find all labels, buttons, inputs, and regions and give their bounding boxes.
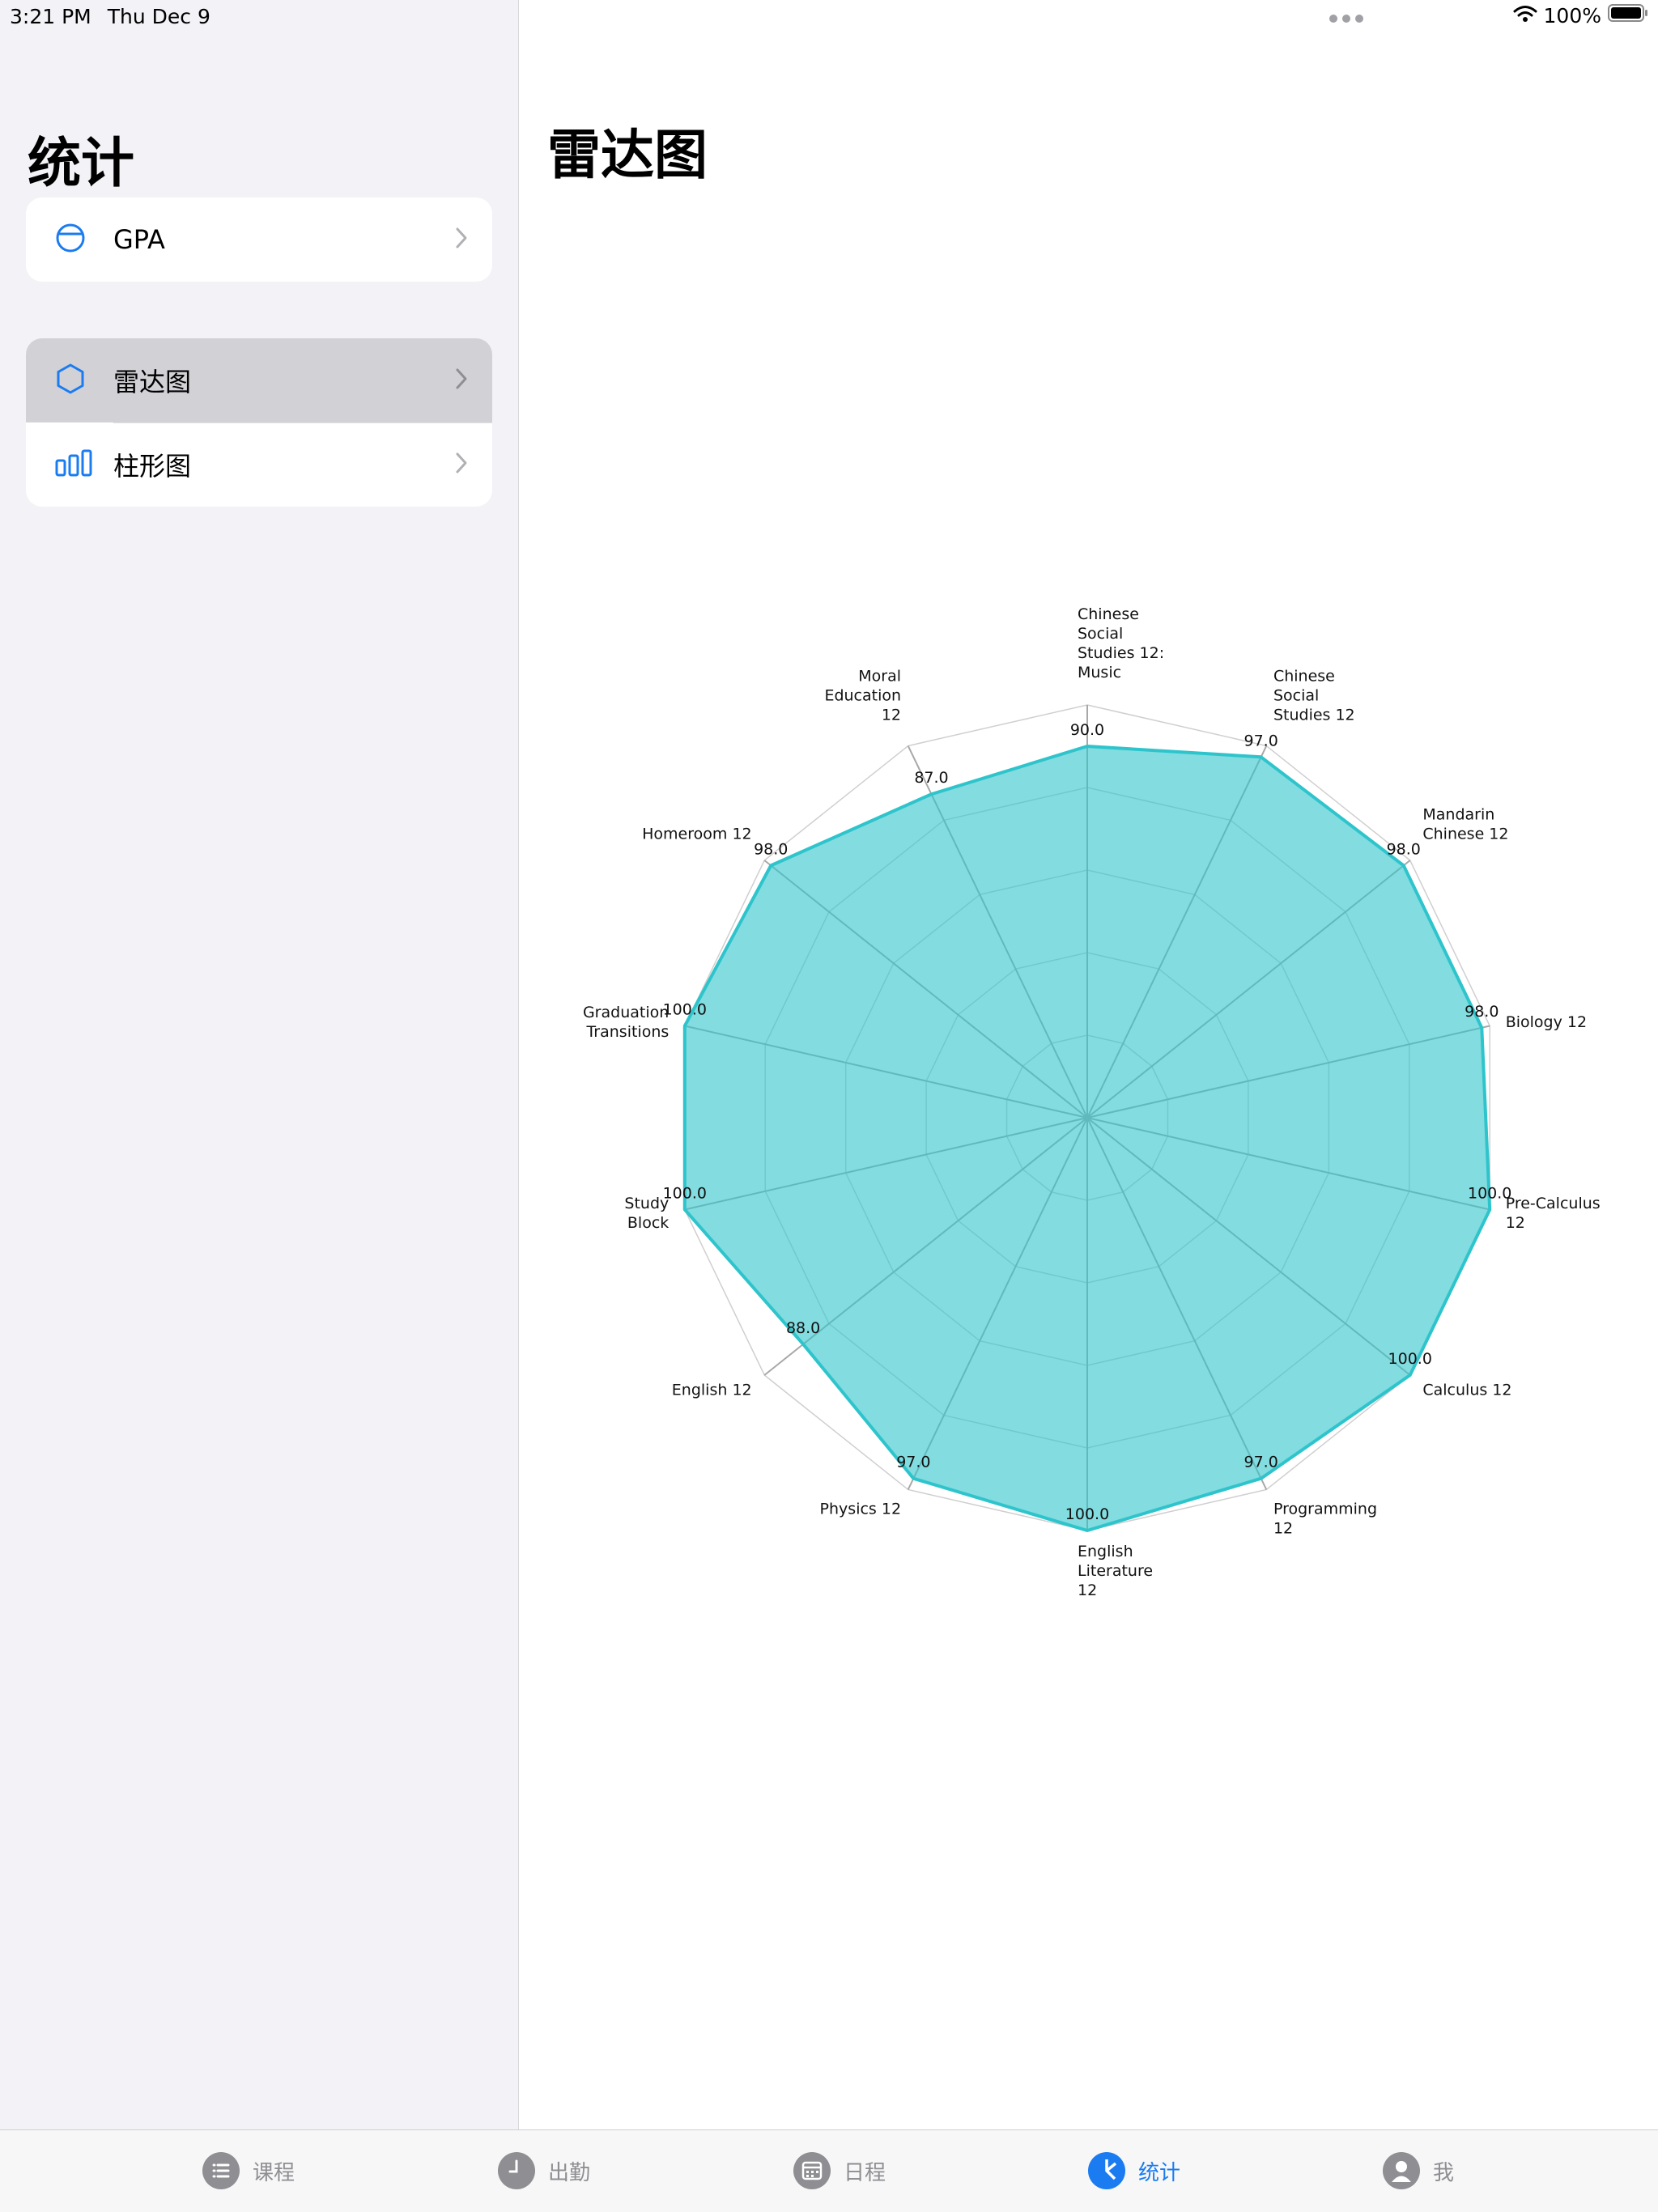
- pie-chart-icon: [1088, 2152, 1125, 2189]
- radar-axis-label: Physics 12: [820, 1501, 901, 1518]
- radar-axis-label: Homeroom 12: [642, 826, 751, 843]
- radar-axis-label: Pre-Calculus 12: [1506, 1195, 1601, 1232]
- tab-label: 课程: [253, 2160, 295, 2185]
- radar-axis-label: English 12: [672, 1381, 752, 1399]
- status-bar-right: 100%: [1513, 3, 1648, 28]
- bar-chart-icon: [55, 449, 92, 480]
- circle-icon: [55, 223, 86, 257]
- radar-axis-label: Chinese Social Studies 12: Music: [1078, 605, 1164, 681]
- radar-value-label: 90.0: [1070, 721, 1104, 739]
- battery-icon: [1608, 3, 1648, 28]
- radar-value-label: 97.0: [1244, 732, 1278, 749]
- radar-value-label: 97.0: [1244, 1454, 1278, 1471]
- radar-axis-label: Programming 12: [1273, 1501, 1377, 1538]
- radar-axis-label: Chinese Social Studies 12: [1273, 667, 1355, 724]
- sidebar-item-gpa[interactable]: GPA: [26, 197, 492, 282]
- radar-value-label: 98.0: [1465, 1003, 1499, 1021]
- sidebar-group-charts: 雷达图 柱形图: [26, 338, 492, 507]
- radar-value-label: 98.0: [754, 840, 788, 858]
- radar-axis-label: Graduation Transitions: [583, 1004, 669, 1041]
- status-date: Thu Dec 9: [107, 5, 210, 28]
- tab-statistics[interactable]: 统计: [1088, 2148, 1180, 2193]
- tab-label: 我: [1433, 2160, 1455, 2185]
- radar-axis-label: Moral Education 12: [824, 667, 901, 724]
- tab-bar: 课程 出勤 日程 统计 我: [0, 2129, 1658, 2212]
- clock-icon: [498, 2152, 535, 2189]
- list-icon: [202, 2152, 240, 2189]
- sidebar-item-label: 柱形图: [113, 451, 192, 482]
- radar-value-label: 88.0: [786, 1319, 820, 1337]
- radar-value-label: 100.0: [1065, 1505, 1109, 1523]
- chevron-right-icon: [455, 367, 468, 393]
- page-title: 雷达图: [547, 124, 708, 186]
- sidebar-item-bar-chart[interactable]: 柱形图: [26, 422, 492, 507]
- sidebar-item-label: 雷达图: [113, 367, 192, 397]
- sidebar-item-label: GPA: [113, 224, 165, 255]
- sidebar-group-gpa: GPA: [26, 197, 492, 282]
- tab-courses[interactable]: 课程: [202, 2148, 295, 2193]
- sidebar-item-radar[interactable]: 雷达图: [26, 338, 492, 422]
- radar-value-label: 98.0: [1387, 840, 1421, 858]
- tab-label: 日程: [844, 2160, 886, 2185]
- tab-label: 出勤: [548, 2160, 591, 2185]
- radar-axis-label: Biology 12: [1506, 1013, 1587, 1031]
- chevron-right-icon: [455, 452, 468, 478]
- radar-chart: 90.0 97.0 98.0 98.0 100.0 100.0 97.0 100.0 97.0 8…: [583, 605, 1601, 1599]
- tab-label: 统计: [1138, 2160, 1181, 2185]
- radar-value-label: 100.0: [1388, 1350, 1432, 1368]
- radar-value-label: 97.0: [896, 1454, 930, 1471]
- status-bar-left: 3:21 PM Thu Dec 9: [10, 5, 210, 28]
- hexagon-icon: [55, 363, 86, 398]
- chevron-right-icon: [455, 227, 468, 253]
- calendar-icon: [793, 2152, 831, 2189]
- radar-axis-label: English Literature 12: [1078, 1543, 1153, 1599]
- sidebar: 3:21 PM Thu Dec 9 统计 GPA 雷达图 柱形图: [0, 0, 519, 2129]
- status-time: 3:21 PM: [10, 5, 91, 28]
- radar-axis-label: Study Block: [624, 1195, 669, 1232]
- person-icon: [1383, 2152, 1420, 2189]
- radar-axis-label: Calculus 12: [1422, 1381, 1511, 1399]
- radar-value-label: 100.0: [663, 1001, 707, 1019]
- tab-me[interactable]: 我: [1383, 2148, 1454, 2193]
- sidebar-title: 统计: [28, 132, 134, 194]
- radar-value-label: 100.0: [663, 1184, 707, 1202]
- tab-schedule[interactable]: 日程: [793, 2148, 886, 2193]
- battery-percent: 100%: [1543, 3, 1601, 28]
- multitasking-dots-icon[interactable]: [1329, 11, 1364, 27]
- radar-value-label: 87.0: [914, 769, 948, 787]
- tab-attendance[interactable]: 出勤: [498, 2148, 590, 2193]
- radar-axis-label: Mandarin Chinese 12: [1422, 806, 1508, 843]
- wifi-icon: [1513, 4, 1537, 28]
- radar-data-area: [682, 745, 1492, 1532]
